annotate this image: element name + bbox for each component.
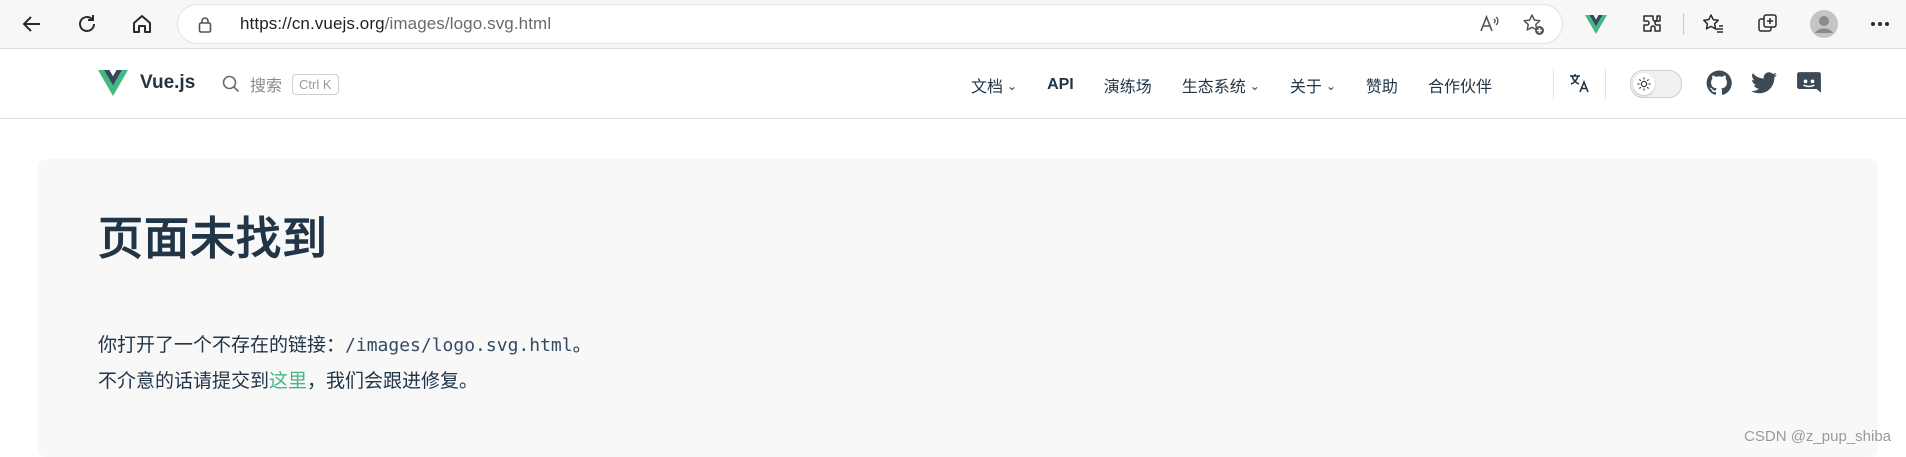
nav-about[interactable]: 关于 ⌄ <box>1290 73 1336 97</box>
nav-about-label: 关于 <box>1289 77 1322 96</box>
nav-ecosystem-label: 生态系统 <box>1181 77 1246 96</box>
add-favorite-icon[interactable] <box>1522 13 1546 41</box>
search-shortcut-badge: Ctrl K <box>292 73 339 95</box>
report-suffix: ，我们会跟进修复。 <box>307 370 479 392</box>
brand-title: Vue.js <box>140 71 196 93</box>
report-prefix: 不介意的话请提交到 <box>98 370 270 392</box>
nav-sponsor-label: 赞助 <box>1365 77 1398 96</box>
discord-icon <box>1797 72 1821 93</box>
translate-button[interactable] <box>1565 69 1593 97</box>
discord-link[interactable] <box>1795 69 1823 97</box>
nav-docs[interactable]: 文档 ⌄ <box>971 73 1017 97</box>
toolbar-divider <box>1683 13 1684 35</box>
main-menu: 文档 ⌄ API 演练场 生态系统 ⌄ 关于 ⌄ 赞助 合作伙伴 <box>971 73 1522 97</box>
github-link[interactable] <box>1705 69 1733 97</box>
translate-icon <box>1570 74 1589 93</box>
message-prefix: 你打开了一个不存在的链接： <box>98 334 346 356</box>
nav-playground-label: 演练场 <box>1103 77 1152 96</box>
collections-icon[interactable] <box>1752 8 1784 40</box>
vue-devtools-extension-icon[interactable] <box>1580 8 1612 40</box>
sun-icon <box>1633 73 1655 95</box>
address-bar[interactable]: https://cn.vuejs.org/images/logo.svg.htm… <box>178 5 1562 43</box>
nav-partners[interactable]: 合作伙伴 <box>1428 73 1492 97</box>
read-aloud-icon[interactable] <box>1478 13 1500 39</box>
url-text[interactable]: https://cn.vuejs.org/images/logo.svg.htm… <box>240 14 551 34</box>
extensions-icon[interactable] <box>1636 8 1668 40</box>
page-title: 页面未找到 <box>98 212 329 265</box>
report-issue-link[interactable]: 这里 <box>269 370 307 392</box>
url-path: /images/logo.svg.html <box>384 14 552 33</box>
back-arrow-icon <box>22 16 40 32</box>
home-button[interactable] <box>126 8 158 40</box>
report-message: 不介意的话请提交到这里，我们会跟进修复。 <box>98 366 478 393</box>
home-icon <box>133 15 151 33</box>
nav-ecosystem[interactable]: 生态系统 ⌄ <box>1182 73 1260 97</box>
nav-sponsor[interactable]: 赞助 <box>1366 73 1398 97</box>
browser-toolbar: https://cn.vuejs.org/images/logo.svg.htm… <box>0 0 1906 49</box>
nav-docs-label: 文档 <box>971 77 1004 96</box>
vue-logo-icon <box>98 70 128 96</box>
back-button[interactable] <box>16 8 48 40</box>
profile-avatar-icon[interactable] <box>1808 8 1840 40</box>
dark-mode-toggle[interactable] <box>1630 70 1682 98</box>
twitter-icon <box>1751 72 1777 94</box>
refresh-button[interactable] <box>71 8 103 40</box>
site-header: Vue.js 搜索 Ctrl K 文档 ⌄ API 演练场 生态系统 ⌄ 关于 ⌄ 赞… <box>0 49 1906 119</box>
lock-icon <box>198 16 212 37</box>
nav-api[interactable]: API <box>1047 76 1074 94</box>
chevron-down-icon: ⌄ <box>1249 79 1260 93</box>
url-host: https://cn.vuejs.org <box>240 14 385 33</box>
chevron-down-icon: ⌄ <box>1325 79 1336 93</box>
search-icon <box>222 75 240 93</box>
nav-partners-label: 合作伙伴 <box>1427 77 1492 96</box>
message-suffix: 。 <box>572 334 592 356</box>
not-found-message: 你打开了一个不存在的链接：/images/logo.svg.html。 <box>98 330 592 357</box>
search-label: 搜索 <box>250 76 283 95</box>
chevron-down-icon: ⌄ <box>1007 79 1018 93</box>
nav-divider <box>1605 69 1606 99</box>
nav-divider <box>1553 69 1554 99</box>
refresh-icon <box>79 15 95 32</box>
twitter-link[interactable] <box>1750 69 1778 97</box>
missing-path: /images/logo.svg.html <box>345 335 573 356</box>
nav-playground[interactable]: 演练场 <box>1104 73 1152 97</box>
nav-api-label: API <box>1047 76 1074 93</box>
brand-link[interactable]: Vue.js <box>98 69 195 96</box>
search-button[interactable]: 搜索 Ctrl K <box>222 72 339 96</box>
more-options-icon[interactable] <box>1864 8 1896 40</box>
watermark: CSDN @z_pup_shiba <box>1744 428 1891 445</box>
favorites-icon[interactable] <box>1697 8 1729 40</box>
github-icon <box>1706 70 1732 95</box>
